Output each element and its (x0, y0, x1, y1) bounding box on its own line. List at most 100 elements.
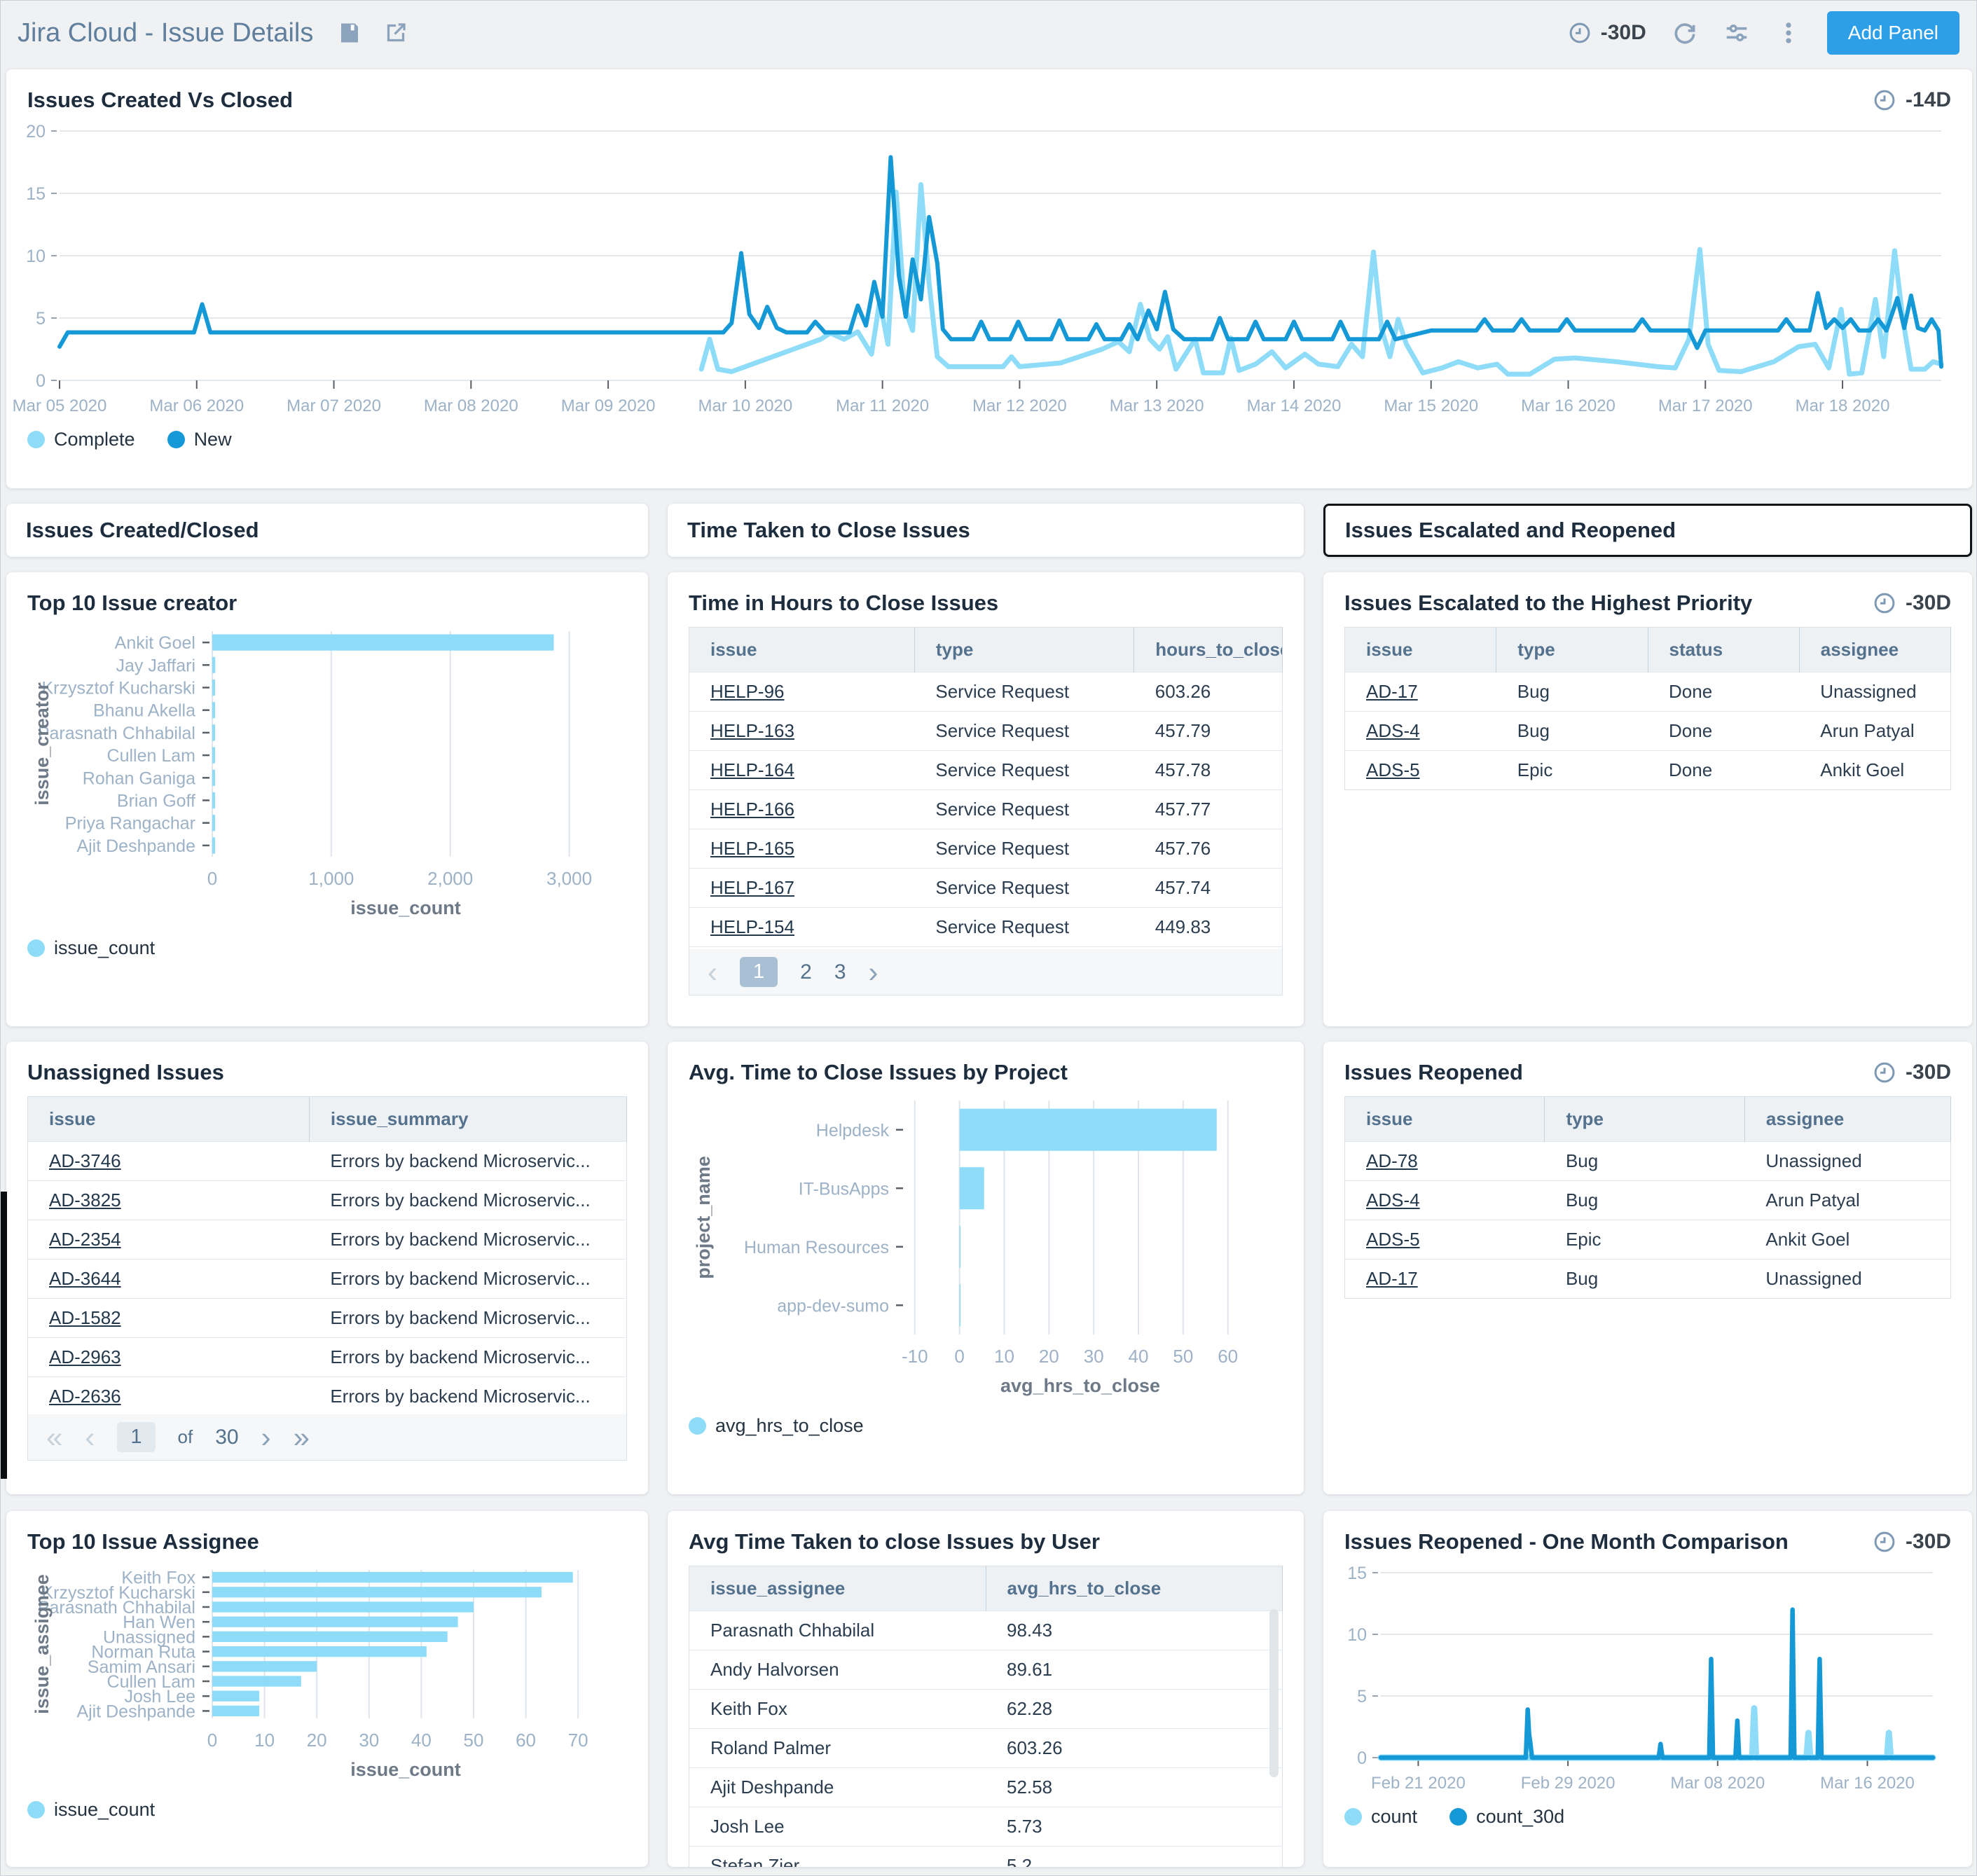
issue-link[interactable]: HELP-164 (710, 759, 794, 780)
legend-item[interactable]: issue_count (27, 937, 155, 959)
export-icon[interactable] (383, 20, 408, 46)
issue-link[interactable]: HELP-96 (710, 681, 785, 702)
panel-time-range[interactable]: -30D (1872, 1529, 1951, 1554)
column-header-assignee[interactable]: assignee (1744, 1097, 1950, 1142)
svg-text:10: 10 (994, 1346, 1014, 1367)
panel-time-range[interactable]: -30D (1872, 1060, 1951, 1085)
first-page-icon[interactable]: « (46, 1423, 62, 1452)
issue-cell[interactable]: HELP-164 (689, 751, 915, 790)
issue-cell[interactable]: HELP-154 (689, 908, 915, 947)
add-panel-button[interactable]: Add Panel (1827, 11, 1959, 55)
legend-item[interactable]: count_30d (1449, 1806, 1564, 1828)
issue-cell[interactable]: HELP-165 (689, 829, 915, 869)
column-header-issue[interactable]: issue (1345, 628, 1496, 673)
issue-link[interactable]: AD-2354 (49, 1229, 121, 1250)
issue-link[interactable]: AD-17 (1366, 1268, 1418, 1289)
issue-link[interactable]: AD-17 (1366, 681, 1418, 702)
page-button-current[interactable]: 1 (740, 957, 778, 987)
legend-item[interactable]: New (167, 429, 232, 450)
issue-link[interactable]: HELP-163 (710, 720, 794, 741)
issue-link[interactable]: AD-3825 (49, 1189, 121, 1211)
issue-cell[interactable]: HELP-163 (689, 712, 915, 751)
issue-link[interactable]: AD-2636 (49, 1386, 121, 1407)
issue-cell[interactable]: AD-3825 (28, 1181, 310, 1220)
page-input[interactable]: 1 (117, 1422, 155, 1452)
issue-cell[interactable]: AD-2963 (28, 1338, 310, 1377)
panel-time-range[interactable]: -30D (1872, 591, 1951, 616)
panel-time-range[interactable]: -14D (1872, 88, 1951, 113)
issue-cell[interactable]: AD-2354 (28, 1220, 310, 1260)
legend-item[interactable]: Complete (27, 429, 135, 450)
filters-icon[interactable] (1723, 20, 1750, 46)
issue-link[interactable]: ADS-5 (1366, 759, 1420, 780)
issue-cell[interactable]: HELP-166 (689, 790, 915, 829)
issue-link[interactable]: ADS-4 (1366, 1189, 1420, 1211)
cvs-chart[interactable]: 05101520Mar 05 2020Mar 06 2020Mar 07 202… (13, 118, 1961, 421)
issue-assignee-chart-area[interactable]: 010203040506070Keith FoxKrzysztof Kuchar… (27, 1560, 648, 1795)
month-comparison-chart-area[interactable]: 051015Feb 21 2020Feb 29 2020Mar 08 2020M… (1336, 1560, 1972, 1802)
panel-drag-indicator[interactable] (1, 1192, 7, 1479)
prev-page-icon[interactable]: ‹ (708, 958, 717, 987)
save-icon[interactable] (337, 20, 362, 46)
prev-page-icon[interactable]: ‹ (85, 1423, 95, 1452)
issue-link[interactable]: AD-3644 (49, 1268, 121, 1289)
kebab-menu-icon[interactable] (1775, 20, 1802, 46)
legend-item[interactable]: count (1344, 1806, 1417, 1828)
page-button[interactable]: 2 (800, 960, 812, 984)
issue-link[interactable]: AD-3746 (49, 1150, 121, 1171)
column-header-type[interactable]: type (1496, 628, 1648, 673)
issue-cell[interactable]: AD-17 (1345, 673, 1496, 712)
next-page-icon[interactable]: › (261, 1423, 271, 1452)
column-header-avg_hrs_to_close[interactable]: avg_hrs_to_close (986, 1566, 1283, 1611)
issue-cell[interactable]: ADS-5 (1345, 751, 1496, 790)
issue-link[interactable]: ADS-5 (1366, 1229, 1420, 1250)
project-chart[interactable]: -100102030405060HelpdeskIT-BusAppsHuman … (689, 1091, 1283, 1407)
created-vs-closed-chart-area[interactable]: 05101520Mar 05 2020Mar 06 2020Mar 07 202… (13, 118, 1972, 425)
issue-cell[interactable]: AD-1582 (28, 1299, 310, 1338)
issue-cell[interactable]: HELP-167 (689, 869, 915, 908)
legend-item[interactable]: issue_count (27, 1799, 155, 1821)
avg-time-project-chart-area[interactable]: -100102030405060HelpdeskIT-BusAppsHuman … (689, 1091, 1304, 1411)
column-header-issue[interactable]: issue (28, 1097, 310, 1142)
column-header-type[interactable]: type (914, 628, 1134, 673)
issue-creator-chart-area[interactable]: 01,0002,0003,000Ankit GoelJay JaffariKrz… (27, 621, 648, 933)
issue-link[interactable]: AD-78 (1366, 1150, 1418, 1171)
issue-cell[interactable]: AD-3746 (28, 1142, 310, 1181)
refresh-icon[interactable] (1672, 20, 1698, 46)
issue-link[interactable]: AD-1582 (49, 1307, 121, 1328)
issue-link[interactable]: HELP-167 (710, 877, 794, 898)
monthcmp-chart[interactable]: 051015Feb 21 2020Feb 29 2020Mar 08 2020M… (1336, 1560, 1952, 1798)
section-issues-created-closed[interactable]: Issues Created/Closed (6, 504, 648, 557)
issue-cell[interactable]: HELP-96 (689, 673, 915, 712)
column-header-issue_assignee[interactable]: issue_assignee (689, 1566, 986, 1611)
issue-cell[interactable]: ADS-4 (1345, 1181, 1545, 1220)
issue-cell[interactable]: ADS-5 (1345, 1220, 1545, 1260)
column-header-hours_to_close[interactable]: hours_to_close (1134, 628, 1283, 673)
column-header-assignee[interactable]: assignee (1799, 628, 1950, 673)
issue-link[interactable]: HELP-154 (710, 916, 794, 937)
table-scrollbar[interactable] (1269, 1609, 1279, 1777)
issue-link[interactable]: AD-2963 (49, 1346, 121, 1367)
last-page-icon[interactable]: » (294, 1423, 310, 1452)
issue-link[interactable]: HELP-166 (710, 799, 794, 820)
issue-cell[interactable]: ADS-4 (1345, 712, 1496, 751)
issue-cell[interactable]: AD-3644 (28, 1260, 310, 1299)
issue-link[interactable]: HELP-165 (710, 838, 794, 859)
column-header-issue_summary[interactable]: issue_summary (309, 1097, 626, 1142)
assignee-chart[interactable]: 010203040506070Keith FoxKrzysztof Kuchar… (27, 1560, 627, 1791)
column-header-issue[interactable]: issue (1345, 1097, 1545, 1142)
column-header-issue[interactable]: issue (689, 628, 915, 673)
legend-item[interactable]: avg_hrs_to_close (689, 1415, 864, 1437)
next-page-icon[interactable]: › (869, 958, 879, 987)
column-header-status[interactable]: status (1648, 628, 1799, 673)
section-time-taken[interactable]: Time Taken to Close Issues (668, 504, 1304, 557)
page-button[interactable]: 3 (834, 960, 846, 984)
section-escalated-reopened[interactable]: Issues Escalated and Reopened (1323, 504, 1972, 557)
issue-cell[interactable]: AD-17 (1345, 1260, 1545, 1299)
issue-cell[interactable]: AD-78 (1345, 1142, 1545, 1181)
issue-cell[interactable]: AD-2636 (28, 1377, 310, 1415)
issue-link[interactable]: ADS-4 (1366, 720, 1420, 741)
column-header-type[interactable]: type (1545, 1097, 1744, 1142)
creator-chart[interactable]: 01,0002,0003,000Ankit GoelJay JaffariKrz… (27, 621, 627, 930)
dashboard-time-range[interactable]: -30D (1567, 20, 1646, 46)
